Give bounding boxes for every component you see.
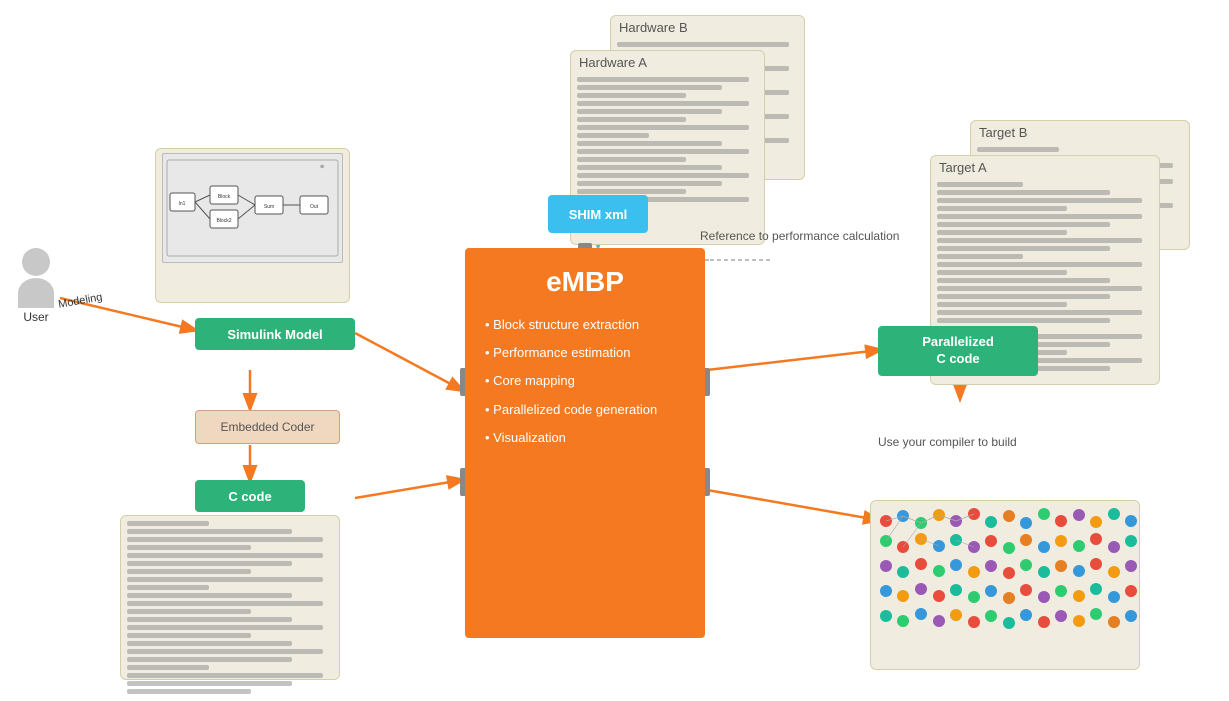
embp-item-1: • Block structure extraction xyxy=(485,316,639,334)
card-ccode xyxy=(120,515,340,680)
svg-text:Out: Out xyxy=(310,204,319,210)
diagram-container: User Modeling Hardware B Hardware A xyxy=(0,0,1229,701)
svg-text:Block: Block xyxy=(218,194,231,200)
simulink-model-label: Simulink Model xyxy=(195,318,355,350)
hardware-b-title: Hardware B xyxy=(611,16,804,37)
viz-dots-area xyxy=(871,501,1139,631)
hardware-a-content xyxy=(571,72,764,209)
svg-text:Block2: Block2 xyxy=(216,218,231,224)
user-figure: User xyxy=(18,248,54,324)
embp-item-3: • Core mapping xyxy=(485,372,575,390)
compiler-label: Use your compiler to build xyxy=(878,435,1017,449)
modeling-label: Modeling xyxy=(57,291,103,311)
reference-label: Reference to performance calculation xyxy=(700,228,899,245)
user-body xyxy=(18,278,54,308)
embedded-coder-box: Embedded Coder xyxy=(195,410,340,444)
svg-text:In1: In1 xyxy=(179,201,186,207)
ccode-content xyxy=(121,516,339,701)
embp-title: eMBP xyxy=(546,266,624,298)
target-a-title: Target A xyxy=(931,156,1159,177)
target-b-title: Target B xyxy=(971,121,1189,142)
svg-text:Sum: Sum xyxy=(264,204,274,210)
simulink-diagram: In1 Block Block2 Sum Out ⊕ xyxy=(162,153,343,263)
hardware-a-title: Hardware A xyxy=(571,51,764,72)
user-head xyxy=(22,248,50,276)
embp-item-4: • Parallelized code generation xyxy=(485,401,657,419)
embp-item-5: • Visualization xyxy=(485,429,566,447)
user-label: User xyxy=(23,310,48,324)
card-simulink: In1 Block Block2 Sum Out ⊕ xyxy=(155,148,350,303)
ccode-label: C code xyxy=(195,480,305,512)
embp-item-2: • Performance estimation xyxy=(485,344,630,362)
embp-box: eMBP • Block structure extraction • Perf… xyxy=(465,248,705,638)
svg-text:⊕: ⊕ xyxy=(320,164,324,170)
card-viz xyxy=(870,500,1140,670)
parallelized-ccode-label: Parallelized C code xyxy=(878,326,1038,376)
shim-xml-box: SHIM xml xyxy=(548,195,648,233)
